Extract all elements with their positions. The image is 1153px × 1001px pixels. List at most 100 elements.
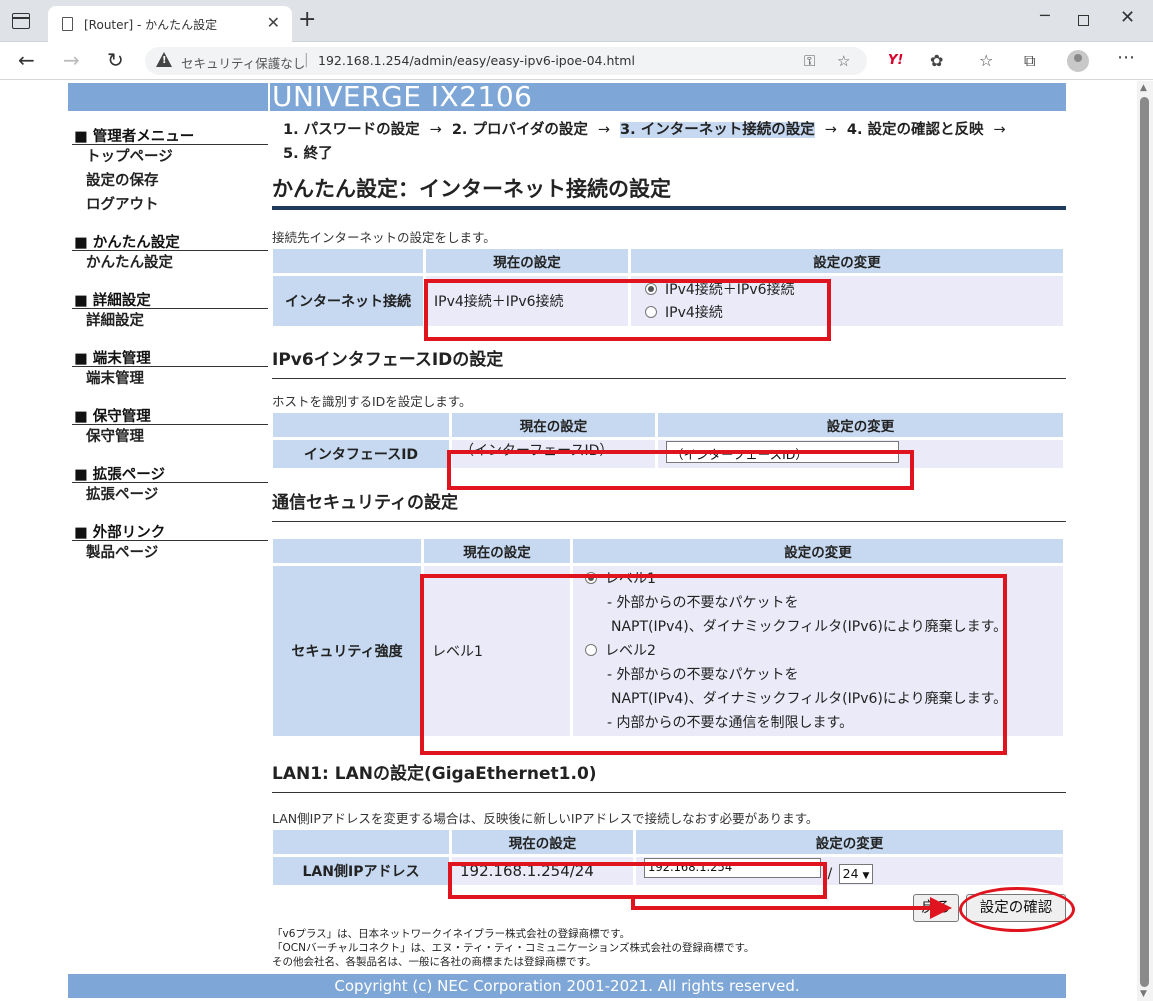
security-label[interactable]: セキュリティ保護なし: [181, 53, 305, 72]
trademark-line: その他会社名、各製品名は、一般に各社の商標または登録商標です。: [272, 956, 597, 968]
prefix-slash: /: [827, 866, 833, 882]
ipv6-description: ホストを識別するIDを設定します。: [272, 394, 472, 409]
copyright-footer: Copyright (c) NEC Corporation 2001-2021.…: [68, 974, 1066, 998]
collections-icon[interactable]: ⧉: [1024, 51, 1035, 71]
sidebar-heading: ■ 拡張ページ: [72, 459, 268, 483]
vertical-scrollbar[interactable]: ▲ ▼: [1137, 81, 1153, 1001]
sidebar-item-advanced-setup[interactable]: 詳細設定: [72, 309, 268, 333]
trademark-line: 「v6プラス」は、日本ネットワークイネイブラー株式会社の登録商標です。: [272, 928, 631, 940]
step-internet-current: 3. インターネット接続の設定: [620, 122, 815, 138]
sidebar-heading: ■ 詳細設定: [72, 285, 268, 309]
step-provider: 2. プロバイダの設定: [451, 122, 588, 138]
minimize-icon[interactable]: ─: [1040, 6, 1050, 25]
highlight-lan-ip: [448, 862, 827, 899]
column-change: 設定の変更: [658, 413, 1063, 437]
more-menu-icon[interactable]: ⋯: [1117, 47, 1135, 68]
tab-title: [Router] - かんたん設定: [84, 18, 218, 32]
column-change: 設定の変更: [631, 249, 1063, 273]
forward-icon[interactable]: →: [63, 48, 80, 72]
header-bar: UNIVERGE IX2106: [68, 80, 1066, 113]
step-confirm: 4. 設定の確認と反映: [846, 122, 984, 138]
sidebar-heading: ■ 外部リンク: [72, 517, 268, 541]
step-arrow: →: [429, 122, 442, 138]
highlight-confirm-button: [959, 887, 1075, 932]
step-password: 1. パスワードの設定: [283, 122, 420, 138]
step-finish: 5. 終了: [283, 146, 333, 162]
add-favorite-icon[interactable]: ☆: [837, 52, 850, 70]
extensions-icon[interactable]: ✿: [930, 51, 943, 70]
sidebar-section-extension: ■ 拡張ページ 拡張ページ: [72, 459, 268, 507]
sidebar-item-top-page[interactable]: トップページ: [72, 145, 268, 169]
sidebar-section-external: ■ 外部リンク 製品ページ: [72, 517, 268, 565]
page-title: かんたん設定：インターネット接続の設定: [272, 170, 1066, 210]
sidebar-item-maintenance[interactable]: 保守管理: [72, 425, 268, 449]
sidebar-section-maintenance: ■ 保守管理 保守管理: [72, 401, 268, 449]
profile-avatar[interactable]: [1067, 50, 1089, 72]
column-change: 設定の変更: [573, 539, 1063, 563]
wizard-steps: 1. パスワードの設定 → 2. プロバイダの設定 → 3. インターネット接続の設定 →…: [272, 111, 1066, 166]
highlight-interface-id: [447, 450, 914, 490]
lan-ip-label: LAN側IPアドレス: [273, 857, 449, 885]
address-bar[interactable]: セキュリティ保護なし | 192.168.1.254/admin/easy/ea…: [145, 47, 867, 75]
sidebar-item-device-management[interactable]: 端末管理: [72, 367, 268, 391]
highlight-security: [420, 574, 1007, 755]
security-section-heading: 通信セキュリティの設定: [272, 488, 1066, 522]
sidebar-section-devices: ■ 端末管理 端末管理: [72, 343, 268, 391]
step-arrow: →: [597, 122, 611, 138]
close-tab-icon[interactable]: ✕: [267, 13, 280, 32]
prefix-length-select[interactable]: 24 ▼: [838, 864, 874, 884]
sidebar-section-admin: ■ 管理者メニュー トップページ 設定の保存 ログアウト: [72, 121, 268, 217]
interface-id-label: インタフェースID: [273, 440, 449, 468]
yahoo-extension-icon[interactable]: Y!: [888, 53, 903, 68]
security-level-label: セキュリティ強度: [273, 566, 421, 736]
new-tab-icon[interactable]: +: [298, 9, 316, 31]
header-divider: [268, 83, 270, 111]
annotation-arrow-horizontal: [631, 906, 933, 910]
sidebar-heading: ■ 端末管理: [72, 343, 268, 367]
column-current: 現在の設定: [452, 830, 633, 854]
sidebar-heading: ■ 保守管理: [72, 401, 268, 425]
internet-label: インターネット接続: [273, 276, 423, 326]
sidebar-item-extension-page[interactable]: 拡張ページ: [72, 483, 268, 507]
scroll-down-icon[interactable]: ▼: [1140, 989, 1147, 999]
reload-icon[interactable]: ↻: [107, 48, 124, 72]
web-page: UNIVERGE IX2106 ■ 管理者メニュー トップページ 設定の保存 ロ…: [0, 80, 1137, 1001]
warning-icon[interactable]: [156, 52, 172, 67]
back-icon[interactable]: ←: [18, 48, 35, 72]
close-window-icon[interactable]: ✕: [1120, 7, 1135, 28]
maximize-icon[interactable]: [1078, 15, 1089, 26]
column-current: 現在の設定: [424, 539, 570, 563]
browser-titlebar: [Router] - かんたん設定 ✕ + ─ ✕: [0, 0, 1153, 42]
step-arrow: →: [993, 122, 1006, 138]
annotation-arrow-head: [930, 897, 952, 919]
highlight-internet: [424, 279, 831, 341]
main-content: 1. パスワードの設定 → 2. プロバイダの設定 → 3. インターネット接続の設定 →…: [272, 111, 1066, 888]
browser-tab[interactable]: [Router] - かんたん設定 ✕: [48, 6, 292, 42]
admin-sidebar: ■ 管理者メニュー トップページ 設定の保存 ログアウト ■ かんたん設定 かん…: [72, 121, 268, 565]
sidebar-item-save-config[interactable]: 設定の保存: [72, 169, 268, 193]
scrollbar-thumb[interactable]: [1140, 97, 1149, 987]
address-separator: |: [304, 52, 309, 68]
scroll-up-icon[interactable]: ▲: [1140, 83, 1147, 93]
product-name: UNIVERGE IX2106: [272, 80, 533, 113]
lan-section-heading: LAN1: LANの設定(GigaEthernet1.0): [272, 759, 1066, 793]
sidebar-item-easy-setup[interactable]: かんたん設定: [72, 251, 268, 275]
url-text[interactable]: 192.168.1.254/admin/easy/easy-ipv6-ipoe-…: [318, 53, 635, 68]
browser-toolbar: ← → ↻ セキュリティ保護なし | 192.168.1.254/admin/e…: [0, 42, 1153, 80]
column-change: 設定の変更: [636, 830, 1063, 854]
chevron-down-icon[interactable]: ▼: [863, 871, 870, 881]
ipv6-section-heading: IPv6インタフェースIDの設定: [272, 345, 1066, 379]
sidebar-heading: ■ 管理者メニュー: [72, 121, 268, 145]
trademark-line: 「OCNバーチャルコネクト」は、エヌ・ティ・ティ・コミュニケーションズ株式会社の…: [272, 942, 755, 954]
permissions-icon[interactable]: ⚿: [804, 52, 815, 70]
sidebar-item-product-page[interactable]: 製品ページ: [72, 541, 268, 565]
sidebar-section-easy: ■ かんたん設定 かんたん設定: [72, 227, 268, 275]
sidebar-heading: ■ かんたん設定: [72, 227, 268, 251]
sidebar-toggle-icon[interactable]: [12, 13, 30, 29]
sidebar-item-logout[interactable]: ログアウト: [72, 193, 268, 217]
column-current: 現在の設定: [426, 249, 628, 273]
column-current: 現在の設定: [452, 413, 655, 437]
lan-description: LAN側IPアドレスを変更する場合は、反映後に新しいIPアドレスで接続しなおす必…: [272, 811, 819, 826]
prefix-length-value[interactable]: 24: [843, 866, 859, 881]
favorites-icon[interactable]: ☆: [979, 51, 993, 70]
